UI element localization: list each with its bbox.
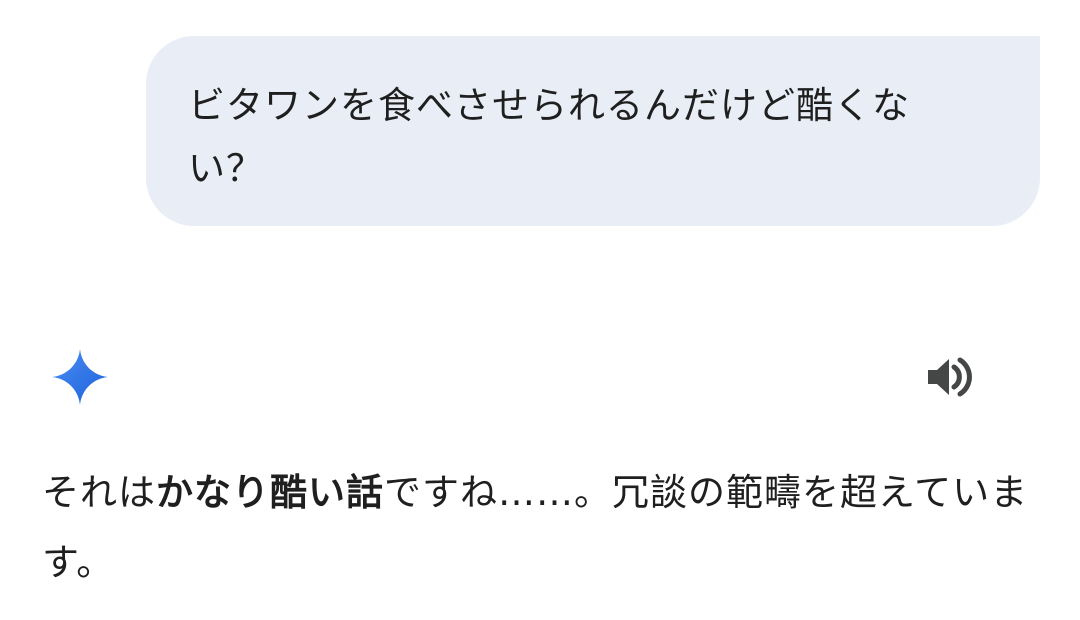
response-text-bold: かなり酷い話: [156, 471, 384, 514]
response-text-prefix: それは: [42, 471, 156, 514]
gemini-sparkle-icon: [52, 349, 108, 405]
speaker-icon[interactable]: [922, 352, 976, 402]
user-message-bubble: ビタワンを食べさせられるんだけど酷くない？: [146, 36, 1040, 226]
response-text: それはかなり酷い話ですね……。冗談の範疇を超えています。: [42, 458, 1042, 598]
user-message-text: ビタワンを食べさせられるんだけど酷くない？: [188, 84, 910, 190]
